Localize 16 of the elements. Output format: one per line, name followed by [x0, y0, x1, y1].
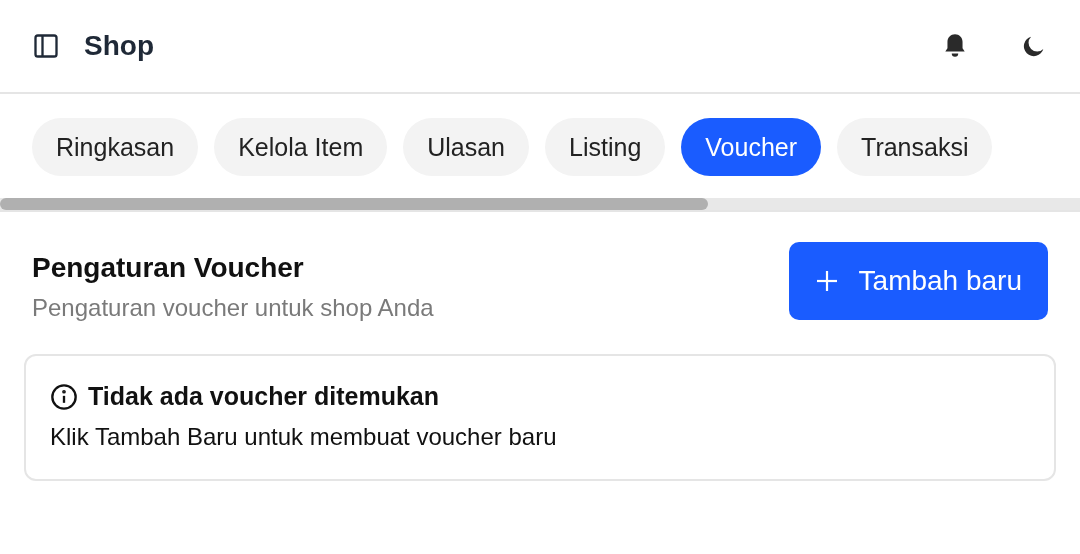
alert-title: Tidak ada voucher ditemukan — [88, 382, 440, 411]
info-icon — [50, 382, 78, 411]
tab[interactable]: Ulasan — [403, 118, 530, 176]
tab[interactable]: Voucher — [681, 118, 822, 176]
section-title: Pengaturan Voucher — [32, 252, 305, 284]
plus-icon — [814, 269, 839, 293]
alert-message: Klik Tambah Baru untuk membuat voucher baru — [50, 423, 558, 451]
section-subtitle: Pengaturan voucher untuk shop Anda — [32, 294, 434, 322]
tab[interactable]: Ringkasan — [32, 118, 199, 176]
tab[interactable]: Transaksi — [837, 118, 993, 176]
add-button[interactable]: Tambah baru — [788, 242, 1048, 320]
tab[interactable]: Kelola Item — [214, 118, 388, 176]
scrollbar[interactable] — [0, 198, 1080, 210]
tab[interactable]: Listing — [545, 118, 666, 176]
app-title: Shop — [84, 30, 154, 62]
sidebar-icon[interactable] — [32, 32, 60, 60]
